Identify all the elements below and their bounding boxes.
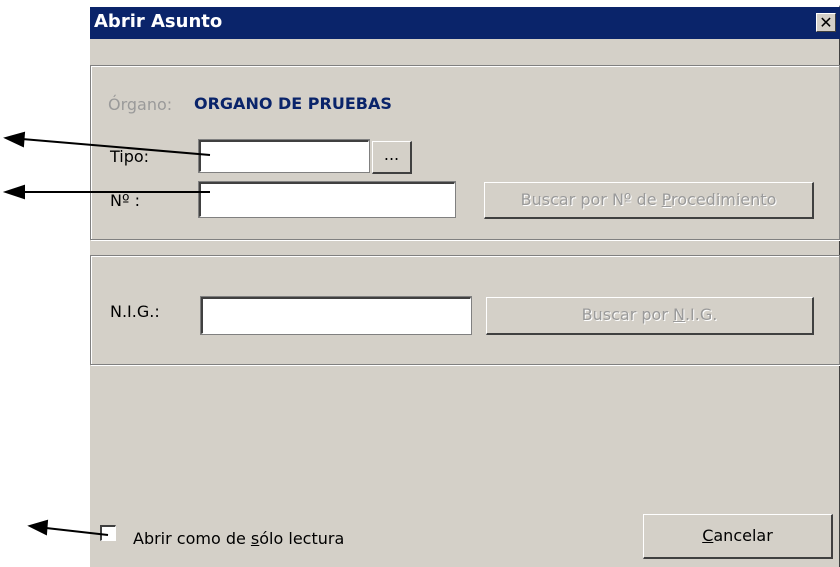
arrowhead-numero-icon (2, 184, 25, 200)
annotation-arrow-checkbox (45, 527, 109, 536)
arrowhead-checkbox-icon (27, 519, 49, 536)
annotation-arrow-tipo (21, 138, 211, 156)
annotation-arrows (2, 131, 211, 536)
arrowhead-tipo-icon (3, 131, 26, 148)
